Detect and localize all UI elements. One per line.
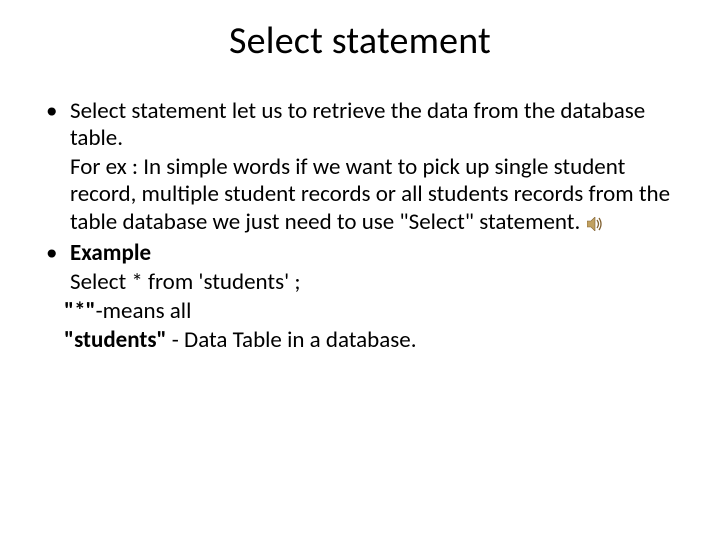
bullet2-explain2: "students" - Data Table in a database.	[40, 327, 680, 354]
bullet2-explain1: "*"-means all	[40, 298, 680, 325]
sound-icon	[587, 211, 603, 238]
slide-body: Select statement let us to retrieve the …	[0, 98, 720, 354]
bullet1-line2: For ex : In simple words if we want to p…	[70, 153, 670, 235]
bullet-item-2: Example	[40, 240, 680, 267]
bullet-item-1: Select statement let us to retrieve the …	[40, 98, 680, 152]
bullet2-heading: Example	[70, 239, 151, 267]
bullet2-code: Select * from 'students' ;	[40, 269, 680, 296]
bullet2-explain2-rest: - Data Table in a database.	[167, 326, 417, 354]
slide: Select statement Select statement let us…	[0, 18, 720, 558]
bullet2-explain2-prefix: "students"	[64, 326, 167, 354]
bullet2-explain1-rest: -means all	[96, 297, 192, 325]
bullet2-explain1-prefix: "*"	[64, 297, 96, 325]
bullet-list: Select statement let us to retrieve the …	[40, 98, 680, 354]
bullet1-line1: Select statement let us to retrieve the …	[70, 97, 645, 152]
bullet1-continuation: For ex : In simple words if we want to p…	[40, 154, 680, 237]
slide-title: Select statement	[0, 18, 720, 64]
